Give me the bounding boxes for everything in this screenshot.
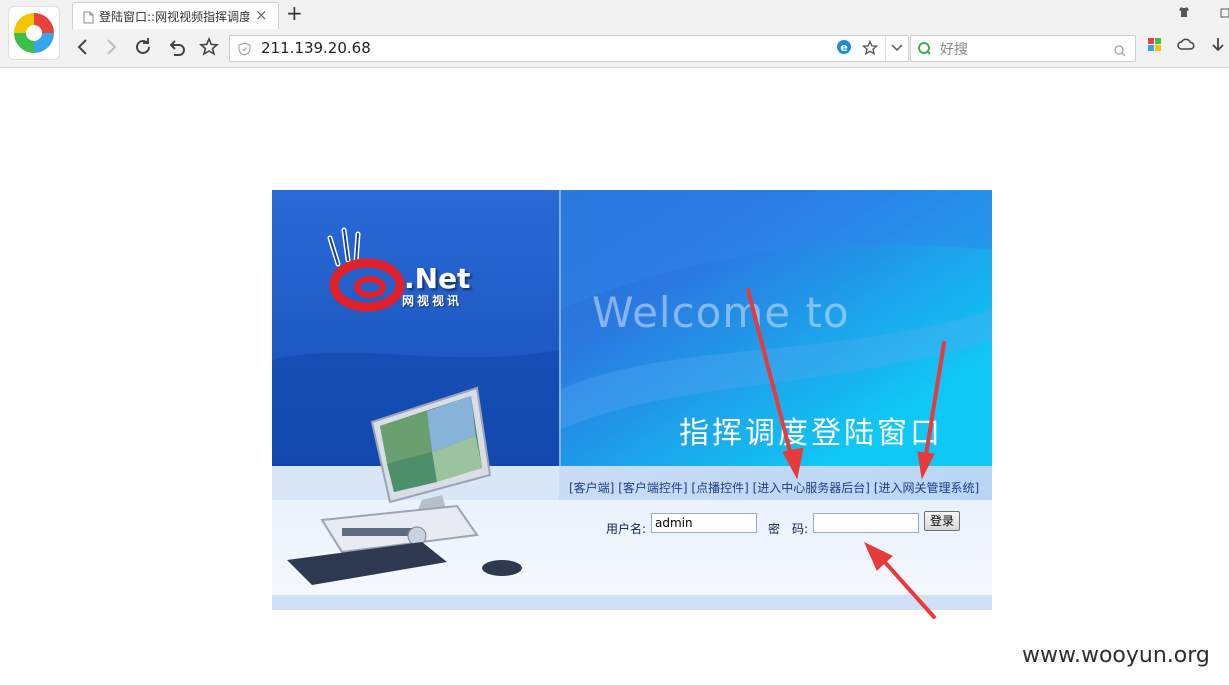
arrow-to-gateway-admin-link — [924, 341, 946, 457]
arrow-to-password-input — [881, 558, 936, 619]
arrow-to-server-admin-link — [746, 288, 793, 457]
watermark-text: www.wooyun.org — [1022, 643, 1210, 668]
annotation-arrows — [746, 288, 946, 619]
